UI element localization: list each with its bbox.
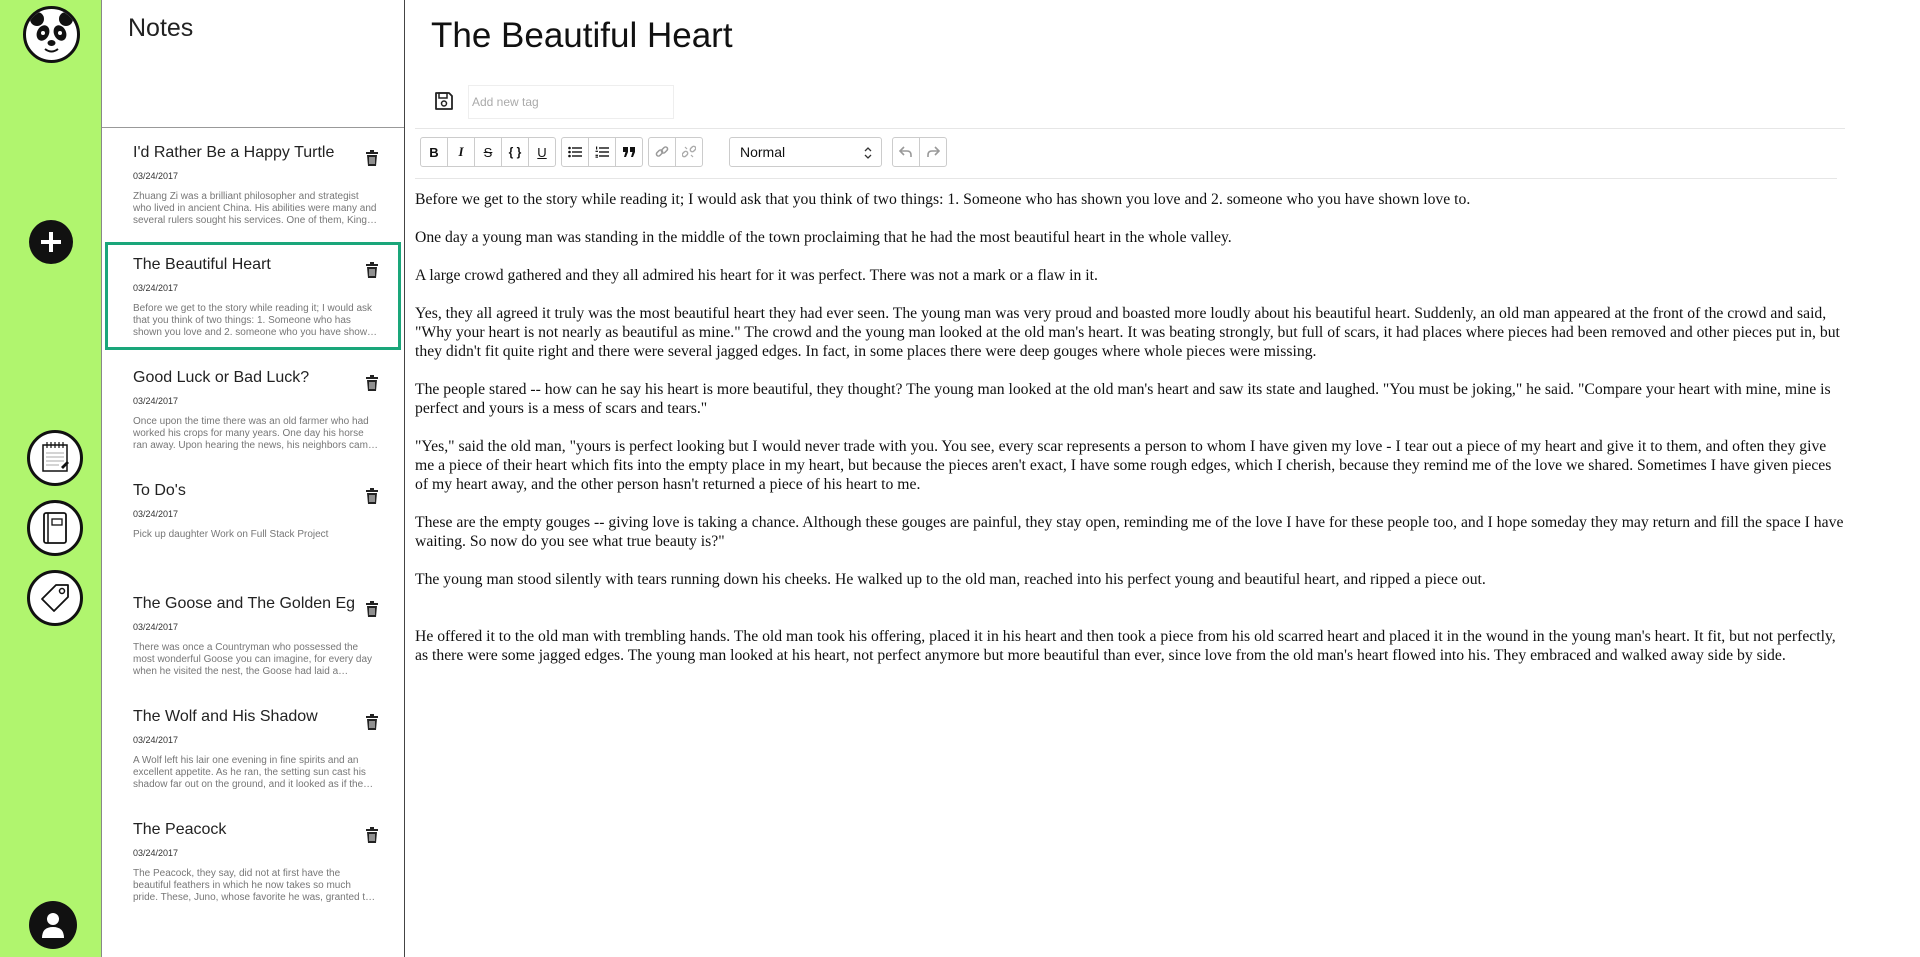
trash-icon[interactable]	[365, 150, 379, 166]
note-date: 03/24/2017	[133, 509, 179, 519]
strikethrough-button[interactable]: S	[474, 137, 502, 167]
tags-button[interactable]	[27, 570, 83, 626]
note-preview: Pick up daughter Work on Full Stack Proj…	[133, 529, 329, 540]
note-title: To Do's	[133, 482, 186, 499]
plus-icon	[41, 232, 61, 252]
block-style-select[interactable]: Normal	[729, 137, 882, 167]
note-item[interactable]: Good Luck or Bad Luck? 03/24/2017 Once u…	[105, 355, 401, 463]
trash-icon[interactable]	[365, 601, 379, 617]
paragraph: He offered it to the old man with trembl…	[415, 628, 1836, 664]
trash-icon[interactable]	[365, 488, 379, 504]
link-icon	[655, 146, 669, 157]
divider	[415, 128, 1845, 129]
note-date: 03/24/2017	[133, 735, 179, 745]
paragraph: One day a young man was standing in the …	[415, 229, 1232, 246]
note-title: The Beautiful Heart	[133, 256, 271, 273]
book-icon	[43, 512, 67, 544]
paragraph: A large crowd gathered and they all admi…	[415, 267, 1098, 284]
notes-panel: Notes I'd Rather Be a Happy Turtle 03/24…	[102, 0, 405, 957]
note-title: The Wolf and His Shadow	[133, 708, 318, 725]
new-note-button[interactable]	[29, 220, 73, 264]
code-button[interactable]: { }	[501, 137, 529, 167]
note-preview: Before we get to the story while reading…	[133, 303, 378, 338]
notebook-icon	[42, 442, 69, 472]
books-button[interactable]	[27, 500, 83, 556]
paragraph: The young man stood silently with tears …	[415, 571, 1486, 588]
redo-icon	[927, 146, 940, 157]
block-style-value: Normal	[740, 144, 786, 160]
editor-panel: The Beautiful Heart B I S { } U Normal	[405, 0, 1920, 957]
note-title: I'd Rather Be a Happy Turtle	[133, 144, 335, 161]
note-item[interactable]: The Wolf and His Shadow 03/24/2017 A Wol…	[105, 694, 401, 802]
save-icon[interactable]	[434, 91, 454, 111]
tag-icon	[41, 584, 69, 612]
trash-icon[interactable]	[365, 827, 379, 843]
italic-button[interactable]: I	[447, 137, 475, 167]
note-item[interactable]: I'd Rather Be a Happy Turtle 03/24/2017 …	[105, 130, 401, 238]
undo-icon	[899, 146, 912, 157]
notebooks-button[interactable]	[27, 430, 83, 486]
link-button[interactable]	[648, 137, 676, 167]
paragraph: "Yes," said the old man, "yours is perfe…	[415, 438, 1832, 493]
note-preview: The Peacock, they say, did not at first …	[133, 868, 376, 903]
note-date: 03/24/2017	[133, 283, 179, 293]
panda-logo[interactable]	[23, 6, 80, 63]
note-item[interactable]: To Do's 03/24/2017 Pick up daughter Work…	[105, 468, 401, 576]
trash-icon[interactable]	[365, 714, 379, 730]
note-title-heading[interactable]: The Beautiful Heart	[431, 16, 733, 56]
user-icon	[42, 913, 64, 938]
note-item[interactable]: The Goose and The Golden Eg 03/24/2017 T…	[105, 581, 401, 689]
paragraph: Before we get to the story while reading…	[415, 191, 1471, 208]
note-date: 03/24/2017	[133, 848, 179, 858]
note-body[interactable]: Before we get to the story while reading…	[415, 190, 1845, 684]
paragraph: Yes, they all agreed it truly was the mo…	[415, 305, 1840, 360]
add-tag-input[interactable]	[468, 85, 674, 119]
unlink-button[interactable]	[675, 137, 703, 167]
divider	[415, 178, 1837, 179]
note-title: The Goose and The Golden Eg	[133, 595, 356, 612]
bulleted-list-button[interactable]	[561, 137, 589, 167]
trash-icon[interactable]	[365, 262, 379, 278]
bold-button[interactable]: B	[420, 137, 448, 167]
redo-button[interactable]	[919, 137, 947, 167]
note-date: 03/24/2017	[133, 171, 179, 181]
undo-button[interactable]	[892, 137, 920, 167]
note-title: The Peacock	[133, 821, 227, 838]
note-title: Good Luck or Bad Luck?	[133, 369, 310, 386]
chevron-updown-icon	[864, 147, 872, 159]
paragraph: The people stared -- how can he say his …	[415, 381, 1831, 417]
quote-icon	[623, 147, 635, 157]
note-preview: Once upon the time there was an old farm…	[133, 416, 378, 451]
paragraph: These are the empty gouges -- giving lov…	[415, 514, 1844, 550]
bullet-list-icon	[568, 146, 582, 158]
trash-icon[interactable]	[365, 375, 379, 391]
numbered-list-icon	[595, 146, 609, 158]
note-item[interactable]: The Peacock 03/24/2017 The Peacock, they…	[105, 807, 401, 915]
note-preview: Zhuang Zi was a brilliant philosopher an…	[133, 191, 377, 226]
numbered-list-button[interactable]	[588, 137, 616, 167]
note-date: 03/24/2017	[133, 396, 179, 406]
divider	[102, 127, 404, 128]
underline-button[interactable]: U	[528, 137, 556, 167]
note-preview: There was once a Countryman who possesse…	[133, 642, 373, 677]
note-preview: A Wolf left his lair one evening in fine…	[133, 755, 374, 790]
unlink-icon	[682, 145, 696, 158]
blockquote-button[interactable]	[615, 137, 643, 167]
notes-panel-title: Notes	[128, 14, 194, 42]
side-rail	[0, 0, 102, 957]
user-account-button[interactable]	[29, 901, 77, 949]
note-date: 03/24/2017	[133, 622, 179, 632]
note-item-active[interactable]: The Beautiful Heart 03/24/2017 Before we…	[105, 242, 401, 350]
